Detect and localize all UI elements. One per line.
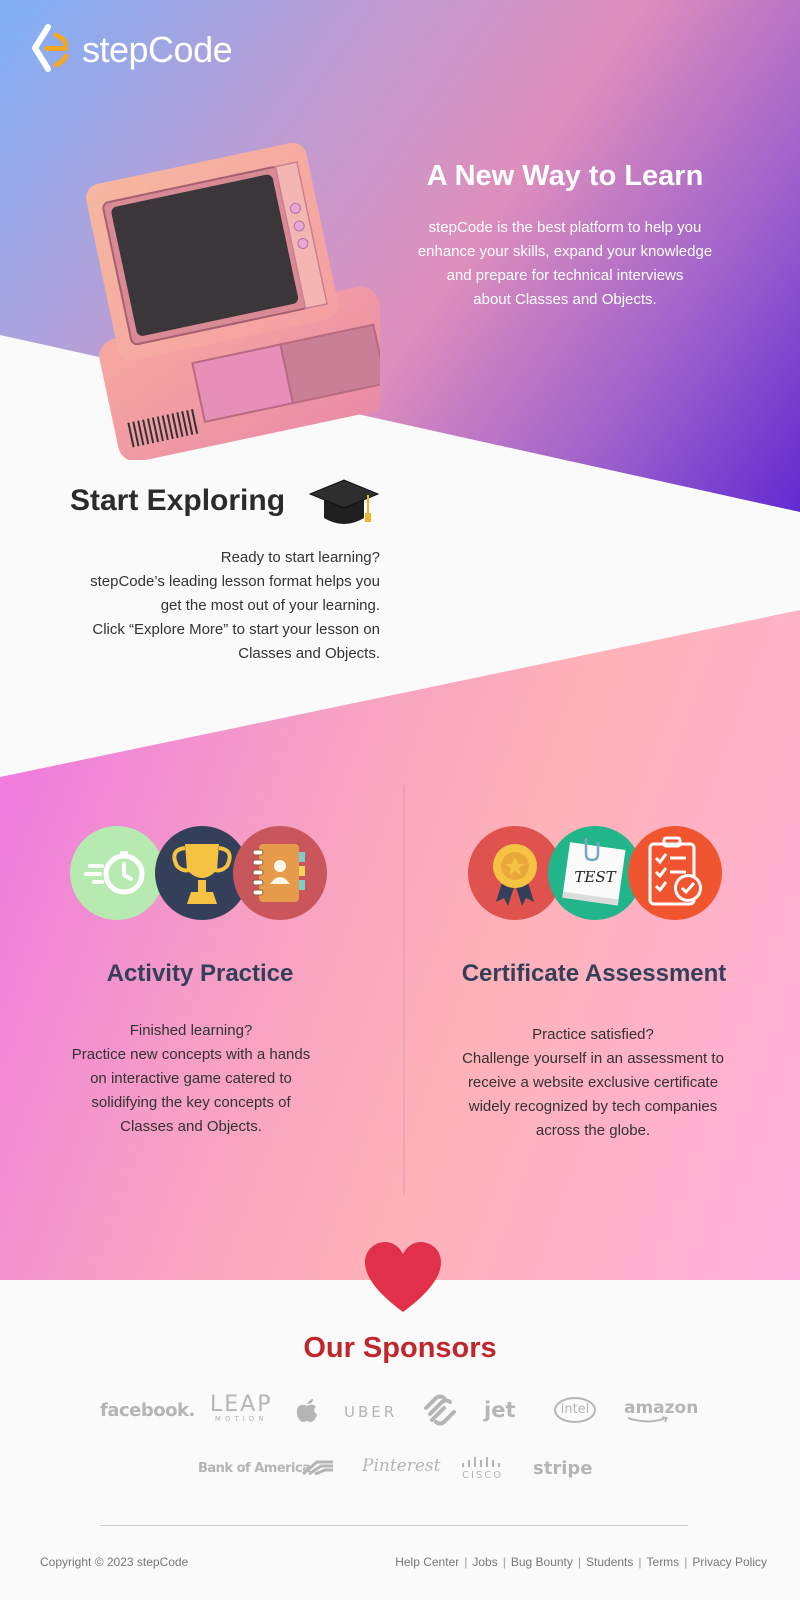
explore-line: get the most out of your learning.	[160, 597, 380, 614]
sponsor-jet[interactable]: jet	[484, 1398, 515, 1422]
assessment-line: Practice satisfied?	[532, 1026, 654, 1043]
practice-line: solidifying the key concepts of	[91, 1094, 291, 1111]
graduation-cap-icon	[308, 479, 380, 524]
amazon-smile-icon	[627, 1416, 669, 1423]
copyright-text: Copyright © 2023 stepCode	[40, 1555, 189, 1569]
practice-title: Activity Practice	[106, 960, 294, 987]
practice-line: Practice new concepts with a hands	[71, 1046, 311, 1063]
sponsor-intel[interactable]: intel	[554, 1397, 596, 1423]
footer-link-help-center[interactable]: Help Center	[395, 1555, 459, 1569]
assessment-line: across the globe.	[535, 1122, 651, 1139]
footer-separator: |	[684, 1555, 688, 1569]
hero-line: stepCode is the best platform to help yo…	[428, 219, 702, 236]
sponsor-leap-subtext: MOTION	[214, 1415, 268, 1423]
test-badge-text: TEST	[574, 868, 616, 886]
practice-icons	[70, 826, 330, 920]
footer-separator: |	[638, 1555, 642, 1569]
assessment-line: Challenge yourself in an assessment to	[462, 1050, 724, 1067]
retro-computer-illustration	[86, 142, 380, 460]
contacts-book-icon	[233, 826, 327, 920]
checklist-icon	[628, 826, 722, 920]
footer-link-privacy-policy[interactable]: Privacy Policy	[692, 1555, 767, 1569]
footer-link-students[interactable]: Students	[586, 1555, 633, 1569]
brand-name: stepCode	[82, 29, 233, 70]
sponsors-title: Our Sponsors	[303, 1332, 497, 1364]
sponsor-cisco[interactable]: CISCO	[462, 1470, 503, 1481]
hero-title: A New Way to Learn	[426, 160, 704, 192]
footer-link-bug-bounty[interactable]: Bug Bounty	[511, 1555, 573, 1569]
assessment-title: Certificate Assessment	[461, 960, 727, 987]
footer-link-jobs[interactable]: Jobs	[472, 1555, 497, 1569]
cisco-bars-icon	[462, 1457, 500, 1467]
sponsor-stripe[interactable]: stripe	[533, 1458, 592, 1479]
hero-line: enhance your skills, expand your knowled…	[417, 243, 713, 260]
footer-separator: |	[464, 1555, 468, 1569]
footer-links: Help Center | Jobs | Bug Bounty | Studen…	[395, 1555, 767, 1569]
stepcode-logo-icon	[32, 24, 69, 72]
assessment-line: widely recognized by tech companies	[468, 1098, 718, 1115]
explore-description: Ready to start learning? stepCode’s lead…	[40, 546, 380, 666]
sponsor-leap-text: LEAP	[210, 1392, 273, 1417]
sponsor-amazon[interactable]: amazon	[624, 1398, 698, 1418]
brand-logo[interactable]: stepCode	[30, 24, 233, 76]
column-divider	[403, 785, 405, 1195]
stopwatch-icon	[70, 826, 164, 920]
assessment-description: Practice satisfied? Challenge yourself i…	[443, 1023, 743, 1143]
hero-description: stepCode is the best platform to help yo…	[400, 216, 730, 312]
sponsor-leap-motion[interactable]: LEAP MOTION	[210, 1392, 272, 1423]
practice-description: Finished learning? Practice new concepts…	[41, 1019, 341, 1139]
practice-line: Classes and Objects.	[120, 1118, 262, 1135]
hero-line: and prepare for technical interviews	[446, 267, 684, 284]
explore-title: Start Exploring	[70, 484, 286, 517]
sponsor-uber[interactable]: UBER	[344, 1403, 397, 1421]
footer-link-terms[interactable]: Terms	[647, 1555, 680, 1569]
footer-separator: |	[502, 1555, 506, 1569]
apple-logo[interactable]	[295, 1397, 319, 1423]
explore-line: Classes and Objects.	[238, 645, 380, 662]
assessment-line: receive a website exclusive certificate	[467, 1074, 719, 1091]
footer-divider	[100, 1525, 688, 1526]
practice-line: Finished learning?	[129, 1022, 253, 1039]
squarespace-logo[interactable]	[422, 1394, 458, 1426]
sponsor-pinterest[interactable]: Pinterest	[362, 1456, 440, 1476]
heart-icon	[365, 1242, 441, 1312]
features-background	[0, 610, 800, 1280]
footer-separator: |	[577, 1555, 582, 1569]
sponsor-bank-of-america[interactable]: Bank of America	[198, 1461, 311, 1476]
hero-line: about Classes and Objects.	[473, 291, 657, 308]
explore-line: Ready to start learning?	[220, 549, 380, 566]
explore-line: stepCode’s leading lesson format helps y…	[90, 573, 380, 590]
bank-of-america-flag-icon	[302, 1460, 333, 1476]
explore-line: Click “Explore More” to start your lesso…	[92, 621, 380, 638]
assessment-icons: TEST	[468, 826, 728, 920]
practice-line: on interactive game catered to	[90, 1070, 292, 1087]
sponsor-facebook[interactable]: facebook.	[100, 1400, 195, 1421]
